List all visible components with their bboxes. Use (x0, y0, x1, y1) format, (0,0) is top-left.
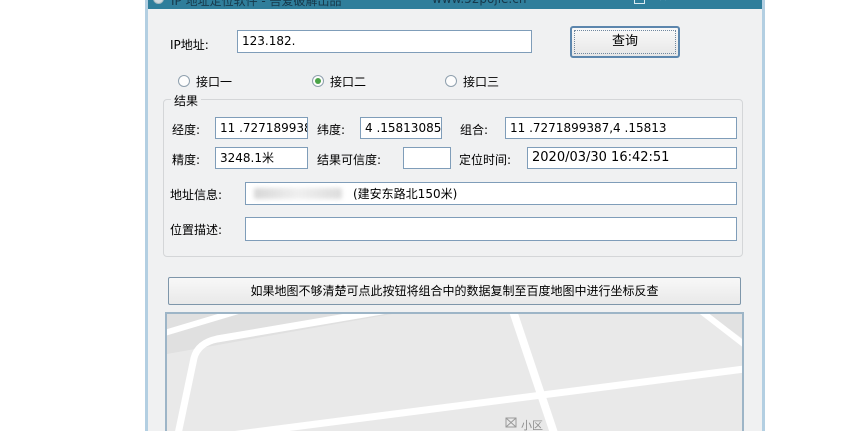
map-poi-label: 小区 (521, 419, 543, 431)
precision-field[interactable]: 3248.1米 (215, 147, 308, 169)
longitude-field[interactable]: 11 .727189938 (215, 117, 308, 139)
combo-label: 组合: (460, 121, 488, 138)
copy-to-baidu-map-button[interactable]: 如果地图不够清楚可点此按钮将组合中的数据复制至百度地图中进行坐标反查 (168, 277, 741, 305)
radio-label: 接口一 (196, 73, 232, 90)
radio-interface-2[interactable]: 接口二 (312, 74, 366, 88)
window-border (145, 0, 148, 431)
confidence-field[interactable] (403, 147, 451, 169)
close-button[interactable]: ✕ (656, 0, 670, 5)
latitude-label: 纬度: (317, 121, 345, 138)
window-border (762, 0, 765, 431)
map-poi-icon (506, 418, 516, 427)
precision-label: 精度: (172, 151, 200, 168)
longitude-label: 经度: (172, 121, 200, 138)
redacted-text (254, 188, 342, 199)
latitude-field[interactable]: 4 .1581308518 (360, 117, 442, 139)
location-desc-label: 位置描述: (170, 221, 222, 238)
confidence-label: 结果可信度: (317, 151, 381, 168)
address-info-label: 地址信息: (170, 186, 222, 203)
address-visible-text: (建安东路北150米) (353, 186, 457, 202)
ip-address-input[interactable]: 123.182. (237, 30, 532, 53)
ip-address-label: IP地址: (170, 36, 209, 53)
combo-field[interactable]: 11 .7271899387,4 .15813 (505, 117, 737, 139)
radio-label: 接口三 (463, 73, 499, 90)
address-info-field[interactable]: (建安东路北150米) (245, 182, 737, 205)
maximize-button[interactable] (634, 0, 645, 4)
window-title-url: www.52pojie.cn (432, 0, 526, 6)
map-panel: 小区 (165, 312, 744, 431)
titlebar: IP 地址定位软件 - 吾爱破解出品 www.52pojie.cn ✕ (145, 0, 765, 9)
locate-time-field[interactable]: 2020/03/30 16:42:51 (527, 147, 737, 169)
radio-interface-1[interactable]: 接口一 (178, 74, 232, 88)
radio-dot (445, 75, 457, 87)
radio-dot (178, 75, 190, 87)
radio-interface-3[interactable]: 接口三 (445, 74, 499, 88)
app-window: IP 地址定位软件 - 吾爱破解出品 www.52pojie.cn ✕ IP地址… (145, 0, 765, 431)
app-icon (153, 0, 164, 4)
results-group-label: 结果 (171, 92, 201, 109)
locate-time-label: 定位时间: (459, 151, 511, 168)
location-desc-field[interactable] (245, 217, 737, 241)
query-button[interactable]: 查询 (570, 26, 680, 58)
radio-dot (312, 75, 324, 87)
map-graphic: 小区 (167, 314, 742, 431)
radio-label: 接口二 (330, 73, 366, 90)
window-title: IP 地址定位软件 - 吾爱破解出品 (171, 0, 342, 9)
